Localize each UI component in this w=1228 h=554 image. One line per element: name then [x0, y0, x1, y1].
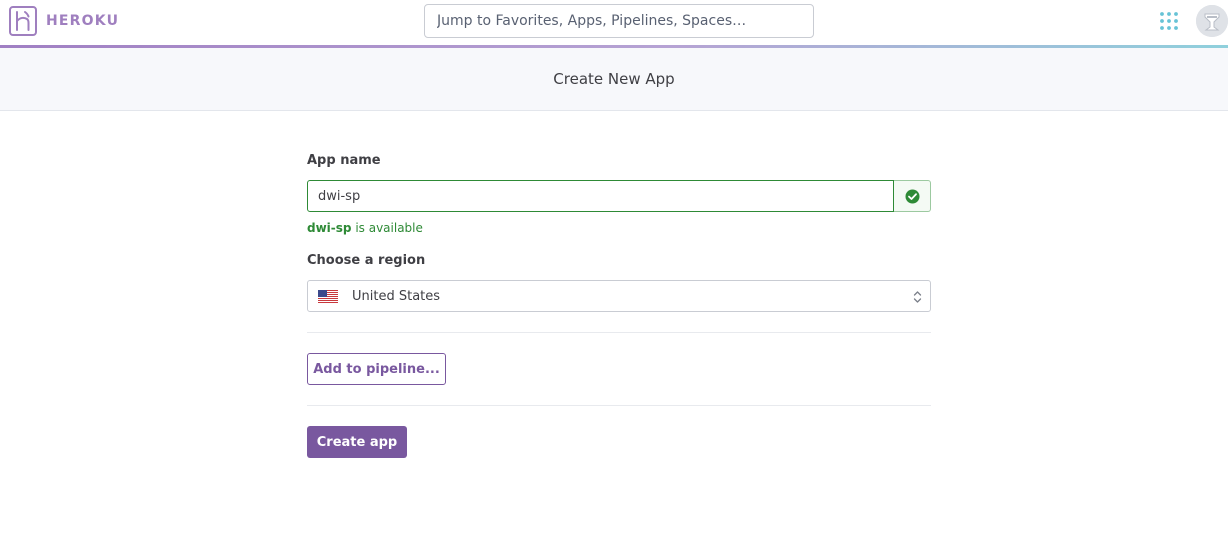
form-divider — [307, 332, 931, 333]
apps-grid-icon[interactable] — [1159, 11, 1179, 31]
heroku-logo-icon — [9, 6, 37, 36]
availability-suffix: is available — [351, 221, 423, 235]
validation-addon — [894, 180, 931, 212]
us-flag-icon — [318, 289, 338, 303]
region-label: Choose a region — [307, 253, 426, 268]
heroku-logo-link[interactable]: HEROKU — [9, 6, 119, 36]
check-circle-icon — [905, 189, 919, 203]
user-avatar[interactable] — [1196, 5, 1228, 37]
form-divider — [307, 405, 931, 406]
search-input[interactable] — [424, 4, 814, 38]
app-name-label: App name — [307, 153, 381, 168]
availability-app-name: dwi-sp — [307, 221, 352, 235]
create-app-button[interactable]: Create app — [307, 426, 407, 458]
select-caret-icon — [913, 291, 922, 303]
region-select[interactable]: United States — [307, 280, 931, 312]
brand-name: HEROKU — [46, 13, 120, 29]
add-to-pipeline-button[interactable]: Add to pipeline... — [307, 353, 446, 385]
page-title: Create New App — [553, 70, 675, 88]
app-name-input[interactable] — [307, 180, 894, 212]
region-selected-value: United States — [352, 288, 441, 304]
avatar-icon — [1196, 5, 1228, 37]
availability-message: dwi-sp is available — [307, 221, 423, 235]
app-name-group — [307, 180, 931, 212]
page-header: Create New App — [0, 48, 1228, 111]
top-navbar: HEROKU — [0, 0, 1228, 46]
